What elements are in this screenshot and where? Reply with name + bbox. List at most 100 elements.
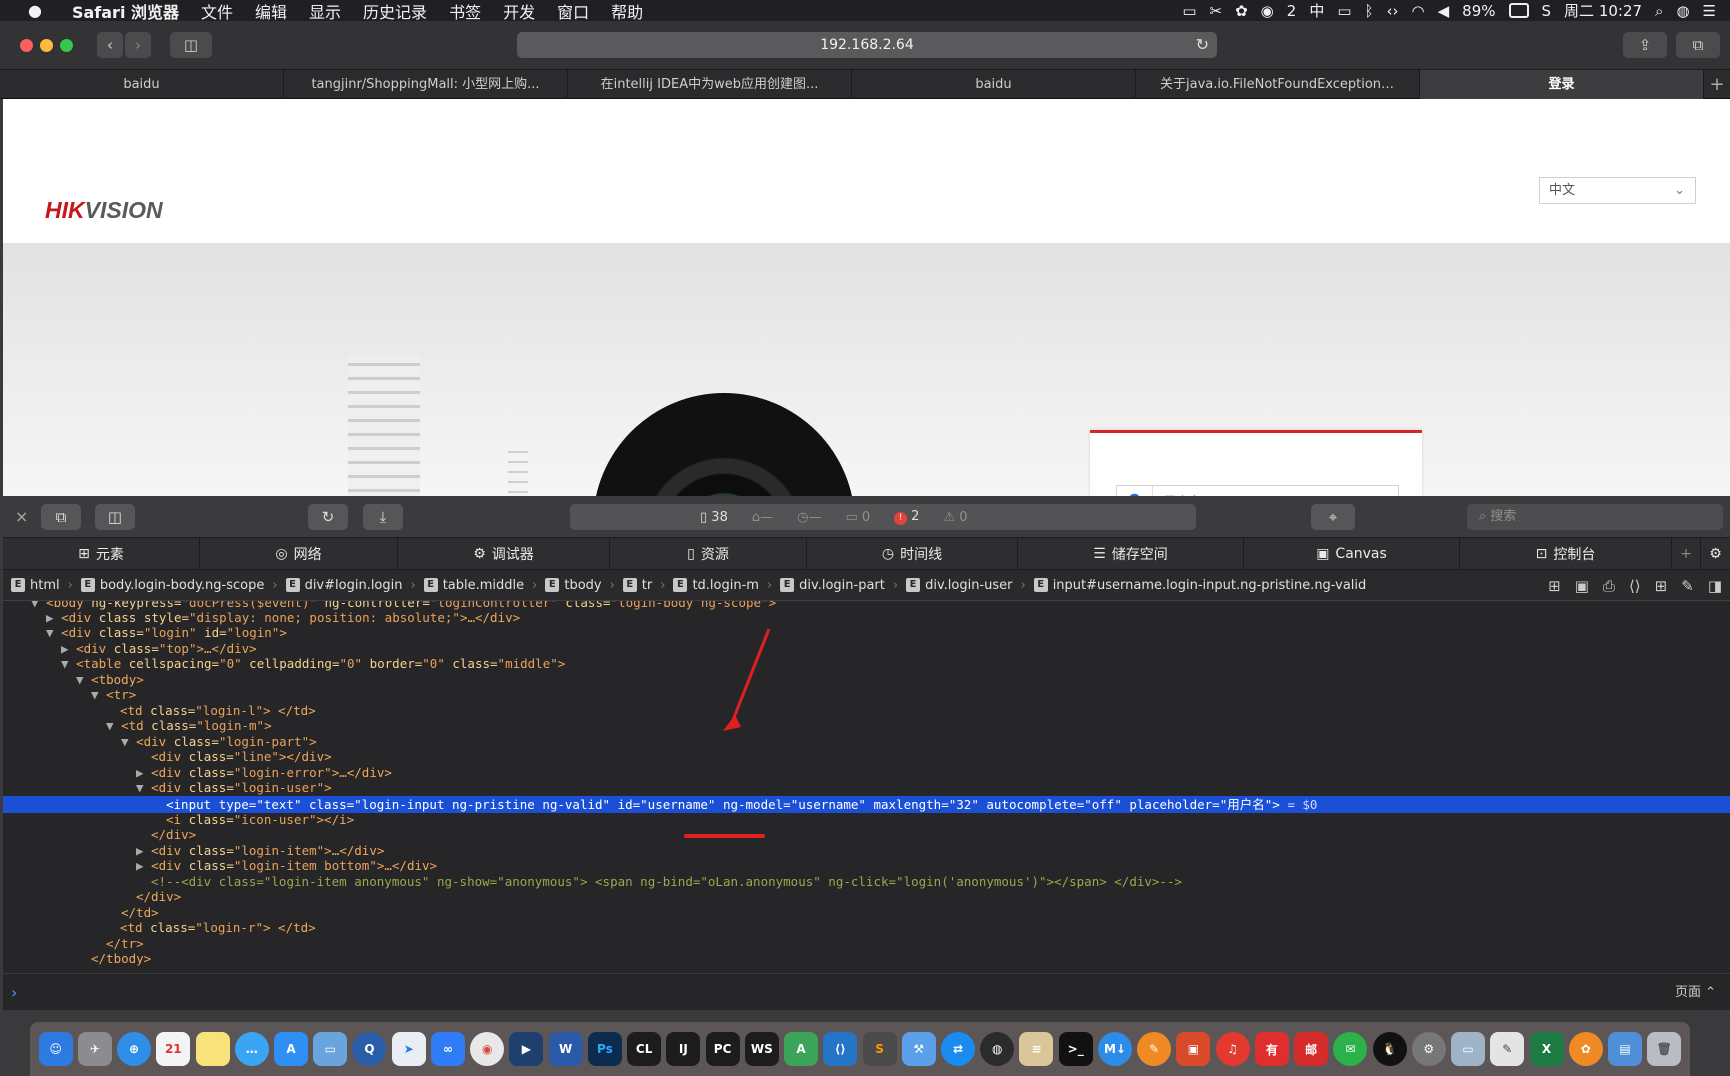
messages-icon[interactable]: … <box>234 1032 269 1066</box>
devtools-search[interactable]: ⌕ 搜索 <box>1467 504 1723 530</box>
intellij-icon[interactable]: IJ <box>666 1032 701 1066</box>
wechat-icon[interactable]: ◉ <box>1261 2 1274 20</box>
terminal-remote-icon[interactable]: ▶ <box>509 1032 544 1066</box>
breadcrumb-item[interactable]: Ehtml › <box>3 578 73 593</box>
tab-storage[interactable]: ☰ 储存空间 <box>1018 538 1244 570</box>
youdao-icon[interactable]: 有 <box>1254 1032 1289 1066</box>
download-button[interactable]: ⤓ <box>363 504 403 530</box>
language-select[interactable]: 中文 ⌄ <box>1539 177 1696 204</box>
finder-icon[interactable]: ☺ <box>38 1032 73 1066</box>
minimize-window-button[interactable] <box>40 39 53 52</box>
clion-icon[interactable]: CL <box>627 1032 662 1066</box>
tab-overview-button[interactable]: ⧉ <box>1676 32 1720 58</box>
menu-develop[interactable]: 开发 <box>503 0 535 23</box>
spotlight-icon[interactable]: ⌕ <box>1655 2 1663 20</box>
tab-resources[interactable]: ▯ 资源 <box>610 538 807 570</box>
tab-canvas[interactable]: ▣ Canvas <box>1244 538 1460 570</box>
code-icon[interactable]: ‹› <box>1387 2 1399 20</box>
username-field[interactable]: 👤 用户名 <box>1116 485 1399 496</box>
terminal-icon[interactable]: >_ <box>1058 1032 1093 1066</box>
volume-icon[interactable]: ◀ <box>1438 2 1450 20</box>
menu-file[interactable]: 文件 <box>201 0 233 23</box>
tab-timeline[interactable]: ◷ 时间线 <box>807 538 1018 570</box>
photoshop-icon[interactable]: Ps <box>587 1032 622 1066</box>
source-icon[interactable]: ⟨⟩ <box>1629 577 1641 595</box>
chrome-icon[interactable]: ◉ <box>470 1032 505 1066</box>
share-button[interactable]: ⇪ <box>1623 32 1667 58</box>
bluetooth-icon[interactable]: ᛒ <box>1365 2 1374 20</box>
tab-elements[interactable]: ⊞ 元素 <box>3 538 200 570</box>
wechat-app-icon[interactable]: ✉ <box>1333 1032 1368 1066</box>
pencil-icon[interactable]: ✎ <box>1681 577 1694 595</box>
reload-page-button[interactable]: ↻ <box>308 504 348 530</box>
tab-shoppingmall[interactable]: tangjinr/ShoppingMall: 小型网上购... <box>284 70 568 99</box>
keynote-icon[interactable]: ▭ <box>313 1032 348 1066</box>
breadcrumb-item[interactable]: Ebody.login-body.ng-scope › <box>73 578 278 593</box>
inspect-element-button[interactable]: ⌖ <box>1311 504 1355 530</box>
grid-icon[interactable]: ⊞ <box>1655 577 1668 595</box>
panel-toggle-icon[interactable]: ◨ <box>1708 577 1722 595</box>
teamviewer-icon[interactable]: ⇄ <box>941 1032 975 1066</box>
print-icon[interactable]: ⎙ <box>1603 577 1615 595</box>
menu-help[interactable]: 帮助 <box>611 0 643 23</box>
netease-music-icon[interactable]: ♫ <box>1215 1032 1250 1066</box>
downloads-folder-icon[interactable]: ▤ <box>1607 1032 1642 1066</box>
menu-bookmarks[interactable]: 书签 <box>449 0 481 23</box>
notes-icon[interactable] <box>195 1032 230 1066</box>
dock-side-button[interactable]: ◫ <box>95 504 135 530</box>
airplay-icon[interactable]: ▭ <box>1337 2 1351 20</box>
android-studio-icon[interactable]: A <box>784 1032 819 1066</box>
notification-center-icon[interactable]: ☰ <box>1703 2 1716 20</box>
vscode-icon[interactable]: ⟨⟩ <box>823 1032 858 1066</box>
input-method[interactable]: 中 <box>1309 0 1324 21</box>
breadcrumb-item[interactable]: Ediv.login-user › <box>898 578 1026 593</box>
menu-app-name[interactable]: Safari 浏览器 <box>72 0 179 23</box>
console-scope-select[interactable]: 页面 ⌃ <box>1675 974 1716 1011</box>
zoom-window-button[interactable] <box>60 39 73 52</box>
clock[interactable]: 周二 10:27 <box>1564 0 1642 21</box>
system-preferences-icon[interactable]: ⚙ <box>1411 1032 1446 1066</box>
tab-filenotfound[interactable]: 关于java.io.FileNotFoundException:... <box>1136 70 1420 99</box>
tab-baidu-2[interactable]: baidu <box>852 70 1136 99</box>
breadcrumb-item[interactable]: Etbody › <box>537 578 615 593</box>
word-icon[interactable]: W <box>548 1032 583 1066</box>
tab-debugger[interactable]: ⚙ 调试器 <box>398 538 610 570</box>
calendar-icon[interactable]: 21 <box>156 1032 191 1066</box>
breadcrumb-item[interactable]: Ediv.login-part › <box>772 578 898 593</box>
battery-icon[interactable] <box>1508 3 1529 18</box>
trash-icon[interactable]: 🗑 <box>1647 1032 1682 1066</box>
back-button[interactable]: ‹ <box>97 32 123 58</box>
message-count[interactable]: ▭ 0 <box>845 510 870 525</box>
breadcrumb-item[interactable]: Etd.login-m › <box>665 578 772 593</box>
pencil-app-icon[interactable]: ✎ <box>1137 1032 1172 1066</box>
breadcrumb-item[interactable]: Ediv#login.login › <box>278 578 416 593</box>
breadcrumb-item[interactable]: Etable.middle › <box>416 578 537 593</box>
baidu-netdisk-icon[interactable]: ∞ <box>430 1032 465 1066</box>
markdown-icon[interactable]: M↓ <box>1097 1032 1132 1066</box>
tab-baidu[interactable]: baidu <box>0 70 284 99</box>
error-count[interactable]: ! 2 <box>894 509 919 525</box>
mail-163-icon[interactable]: 邮 <box>1294 1032 1329 1066</box>
tab-intellij[interactable]: 在intellij IDEA中为web应用创建图... <box>568 70 852 99</box>
app-store-icon[interactable]: A <box>274 1032 309 1066</box>
sidebar-button[interactable]: ◫ <box>170 32 212 58</box>
breadcrumb-item[interactable]: Etr › <box>615 578 665 593</box>
sequel-icon[interactable]: ≡ <box>1019 1032 1054 1066</box>
new-tab-button[interactable]: + <box>1704 70 1730 98</box>
photos-icon[interactable]: ✿ <box>1235 2 1248 20</box>
pycharm-icon[interactable]: PC <box>705 1032 740 1066</box>
menu-history[interactable]: 历史记录 <box>363 0 427 23</box>
menu-view[interactable]: 显示 <box>309 0 341 23</box>
vlc-icon[interactable]: ✿ <box>1568 1032 1603 1066</box>
resource-count[interactable]: ▯ 38 <box>700 510 728 525</box>
safari-icon[interactable]: ⊕ <box>117 1032 152 1066</box>
screen-record-icon[interactable]: ▣ <box>1176 1032 1211 1066</box>
tab-console[interactable]: ⊡ 控制台 <box>1460 538 1672 570</box>
siri-app-icon[interactable]: ◍ <box>980 1032 1015 1066</box>
breadcrumb-item-selected[interactable]: Einput#username.login-input.ng-pristine.… <box>1026 578 1366 593</box>
console-prompt[interactable]: › 页面 ⌃ <box>3 973 1730 1010</box>
sublime-icon[interactable]: S <box>862 1032 897 1066</box>
webstorm-icon[interactable]: WS <box>744 1032 779 1066</box>
textedit-icon[interactable]: ✎ <box>1490 1032 1525 1066</box>
settings-button[interactable]: ⚙ <box>1701 538 1730 570</box>
